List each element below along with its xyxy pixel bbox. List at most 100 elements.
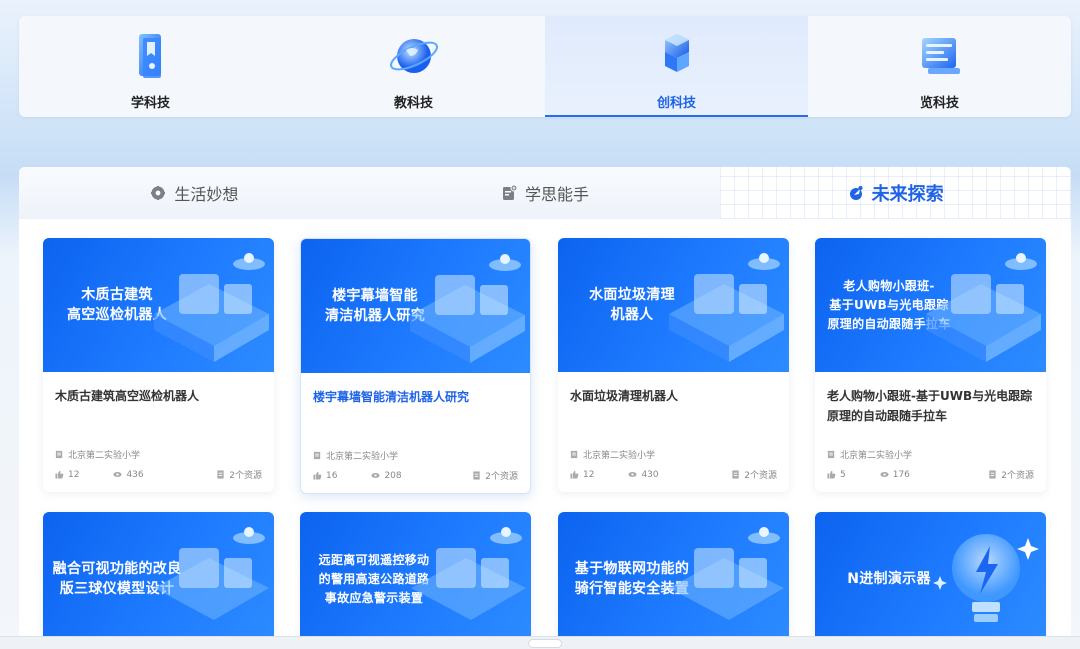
nav-item-label: 教科技 — [393, 96, 433, 111]
tab-life-ideas[interactable]: 生活妙想 — [19, 167, 370, 219]
file-icon — [217, 470, 224, 479]
horizontal-scrollbar[interactable] — [0, 636, 1080, 649]
resources-count: 2个资源 — [229, 471, 262, 481]
rocket-icon — [849, 186, 863, 200]
book-icon — [138, 34, 161, 78]
views-stat: 208 — [371, 470, 402, 481]
school-name: 北京第二实验小学 — [326, 452, 399, 462]
file-icon — [989, 470, 996, 479]
school-label: 北京第二实验小学 — [55, 448, 140, 461]
card-title: 木质古建筑高空巡检机器人 — [55, 389, 200, 403]
nav-item-xue[interactable]: 学科技 — [19, 16, 282, 117]
lab-illustration-icon — [154, 527, 269, 620]
school-name: 北京第二实验小学 — [68, 451, 141, 461]
project-card[interactable]: 远距离可视遥控移动 的警用高速公路道路 事故应急警示装置 — [300, 512, 531, 646]
school-label: 北京第二实验小学 — [827, 448, 912, 461]
lab-illustration-icon — [669, 253, 784, 362]
project-card[interactable]: 老人购物小跟班- 基于UWB与光电跟踪 原理的自动跟随手拉车 老人购物小跟班-基… — [815, 238, 1046, 492]
school-name: 北京第二实验小学 — [840, 451, 913, 461]
card-stats: 5 176 2个资源 — [827, 468, 1034, 481]
project-card[interactable]: 楼宇幕墙智能 清洁机器人研究 楼宇幕墙智能清洁机器人研究 北京第二实验小学 16… — [300, 238, 531, 494]
eye-icon — [371, 472, 381, 479]
resources-stat: 2个资源 — [731, 468, 777, 481]
card-banner: N进制演示器 — [815, 512, 1046, 646]
gear-icon — [151, 186, 166, 200]
lab-illustration-icon — [411, 527, 526, 620]
thumbs-up-icon — [827, 470, 836, 479]
likes-stat: 5 — [827, 470, 846, 480]
thumbs-up-icon — [55, 470, 64, 479]
project-card[interactable]: N进制演示器 — [815, 512, 1046, 646]
card-banner: 基于物联网功能的 骑行智能安全装置 — [558, 512, 789, 646]
nav-item-label: 学科技 — [130, 96, 170, 111]
school-icon — [313, 451, 321, 460]
nav-item-chuang[interactable]: 创科技 — [545, 16, 808, 117]
views-stat: 176 — [880, 470, 910, 480]
lab-illustration-icon — [926, 253, 1041, 362]
scrollbar-thumb[interactable] — [528, 639, 562, 648]
cubes-icon — [664, 34, 689, 72]
globe-icon — [389, 39, 438, 73]
tab-label: 未来探索 — [871, 184, 944, 205]
card-banner: 老人购物小跟班- 基于UWB与光电跟踪 原理的自动跟随手拉车 — [815, 238, 1046, 372]
views-count: 436 — [126, 469, 144, 480]
thumbs-up-icon — [313, 471, 322, 480]
card-stats: 16 208 2个资源 — [313, 469, 518, 482]
lab-illustration-icon — [154, 253, 269, 362]
views-count: 208 — [384, 470, 402, 481]
card-banner: 远距离可视遥控移动 的警用高速公路道路 事故应急警示装置 — [300, 512, 531, 646]
tab-label: 学思能手 — [525, 185, 590, 204]
likes-stat: 16 — [313, 471, 337, 481]
subtab-bar: 生活妙想 学思能手 未来探索 — [19, 167, 1071, 219]
project-card[interactable]: 基于物联网功能的 骑行智能安全装置 — [558, 512, 789, 646]
resources-count: 2个资源 — [1001, 471, 1034, 481]
card-title: 水面垃圾清理机器人 — [570, 389, 679, 403]
resources-count: 2个资源 — [744, 471, 777, 481]
card-banner: 水面垃圾清理 机器人 — [558, 238, 789, 372]
nav-item-jiao[interactable]: 教科技 — [282, 16, 545, 117]
school-icon — [570, 450, 578, 459]
project-card[interactable]: 水面垃圾清理 机器人 水面垃圾清理机器人 北京第二实验小学 12 430 2个资… — [558, 238, 789, 492]
school-label: 北京第二实验小学 — [570, 448, 655, 461]
resources-count: 2个资源 — [485, 472, 518, 482]
likes-stat: 12 — [55, 470, 79, 480]
views-count: 430 — [641, 469, 659, 480]
school-label: 北京第二实验小学 — [313, 449, 398, 462]
card-banner: 融合可视功能的改良 版三球仪模型设计 — [43, 512, 274, 646]
resources-stat: 2个资源 — [216, 468, 262, 481]
card-title: 楼宇幕墙智能清洁机器人研究 — [313, 390, 470, 404]
project-card[interactable]: 木质古建筑 高空巡检机器人 木质古建筑高空巡检机器人 北京第二实验小学 12 4… — [43, 238, 274, 492]
card-title: 老人购物小跟班-基于UWB与光电跟踪原理的自动跟随手拉车 — [827, 389, 1033, 423]
nav-item-label: 览科技 — [919, 96, 959, 111]
views-count: 176 — [892, 469, 910, 480]
resources-stat: 2个资源 — [472, 469, 518, 482]
views-stat: 430 — [628, 469, 659, 480]
likes-count: 12 — [583, 469, 595, 480]
document-plus-icon — [503, 185, 517, 200]
likes-count: 12 — [68, 469, 80, 480]
category-nav: 学科技 教科技 创科技 览科技 — [19, 16, 1071, 117]
card-stats: 12 436 2个资源 — [55, 468, 262, 481]
tab-label: 生活妙想 — [174, 185, 239, 204]
likes-count: 16 — [326, 470, 338, 481]
nav-item-lan[interactable]: 览科技 — [808, 16, 1071, 117]
tab-future-explore[interactable]: 未来探索 — [720, 167, 1071, 219]
card-banner: 木质古建筑 高空巡检机器人 — [43, 238, 274, 372]
thumbs-up-icon — [570, 470, 579, 479]
views-stat: 436 — [113, 469, 144, 480]
resources-stat: 2个资源 — [988, 468, 1034, 481]
school-name: 北京第二实验小学 — [583, 451, 656, 461]
card-banner: 楼宇幕墙智能 清洁机器人研究 — [301, 239, 530, 373]
lightbulb-icon — [933, 534, 1039, 622]
file-icon — [732, 470, 739, 479]
tab-thinking[interactable]: 学思能手 — [370, 167, 721, 219]
eye-icon — [880, 471, 889, 478]
eye-icon — [113, 471, 123, 478]
school-icon — [827, 450, 835, 459]
likes-stat: 12 — [570, 470, 594, 480]
school-icon — [55, 450, 63, 459]
lab-illustration-icon — [410, 254, 525, 363]
project-card[interactable]: 融合可视功能的改良 版三球仪模型设计 — [43, 512, 274, 646]
likes-count: 5 — [840, 469, 846, 480]
eye-icon — [628, 471, 638, 478]
